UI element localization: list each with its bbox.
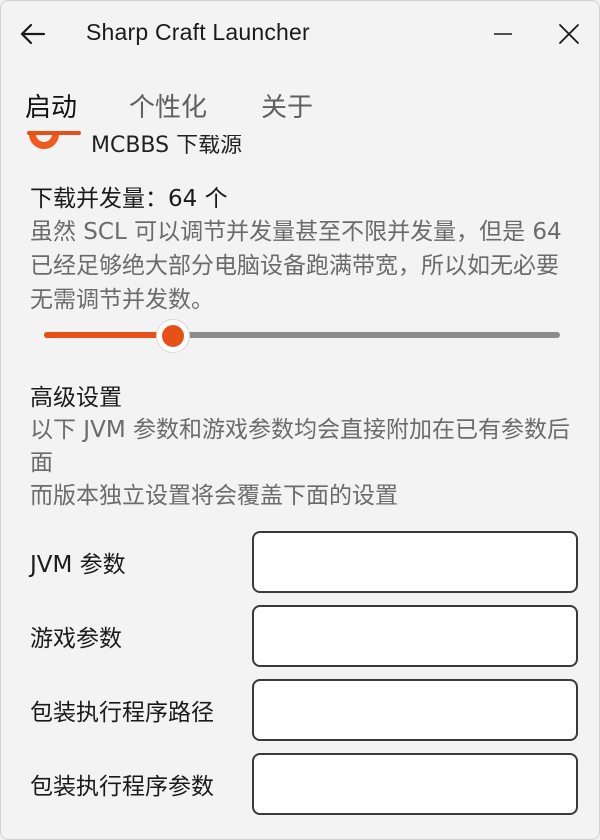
advanced-description-line1: 以下 JVM 参数和游戏参数均会直接附加在已有参数后面 (30, 417, 570, 476)
download-source-radio[interactable] (29, 135, 59, 149)
close-button[interactable] (547, 15, 591, 53)
minimize-button[interactable] (481, 15, 525, 53)
slider-fill (44, 332, 173, 338)
arrow-left-icon (20, 23, 46, 45)
app-title: Sharp Craft Launcher (86, 19, 310, 45)
tab-launch[interactable]: 启动 (25, 87, 77, 124)
tab-about[interactable]: 关于 (261, 87, 313, 124)
wrapper-path-input[interactable] (252, 679, 578, 741)
wrapper-args-row: 包装执行程序参数 (1, 753, 599, 817)
settings-scroll-area[interactable]: MCBBS 下载源 下载并发量：64 个 虽然 SCL 可以调节并发量甚至不限并… (1, 135, 599, 839)
wrapper-path-label: 包装执行程序路径 (30, 700, 214, 726)
back-button[interactable] (15, 17, 51, 51)
slider-thumb-dot (162, 325, 184, 347)
slider-thumb[interactable] (156, 319, 190, 353)
concurrency-description: 虽然 SCL 可以调节并发量甚至不限并发量，但是 64 已经足够绝大部分电脑设备… (30, 219, 562, 313)
advanced-settings-description: 以下 JVM 参数和游戏参数均会直接附加在已有参数后面 而版本独立设置将会覆盖下… (30, 414, 575, 513)
jvm-args-row: JVM 参数 (1, 531, 599, 595)
jvm-args-label: JVM 参数 (30, 552, 126, 578)
tab-personalize[interactable]: 个性化 (129, 87, 207, 124)
titlebar: Sharp Craft Launcher (1, 1, 599, 67)
wrapper-args-label: 包装执行程序参数 (30, 774, 214, 800)
advanced-description-line2: 而版本独立设置将会覆盖下面的设置 (30, 483, 398, 509)
wrapper-args-input[interactable] (252, 753, 578, 815)
app-window: Sharp Craft Launcher 启动 个性化 关于 MCBBS 下载源… (0, 0, 600, 840)
concurrency-label: 下载并发量：64 个 (30, 186, 228, 212)
game-args-row: 游戏参数 (1, 605, 599, 669)
game-args-label: 游戏参数 (30, 626, 122, 652)
advanced-settings-title: 高级设置 (30, 385, 122, 411)
game-args-input[interactable] (252, 605, 578, 667)
minimize-icon (494, 33, 512, 35)
download-source-label: MCBBS 下载源 (91, 135, 243, 158)
close-icon (559, 24, 579, 44)
wrapper-path-row: 包装执行程序路径 (1, 679, 599, 743)
jvm-args-input[interactable] (252, 531, 578, 593)
concurrency-slider[interactable] (44, 319, 560, 353)
